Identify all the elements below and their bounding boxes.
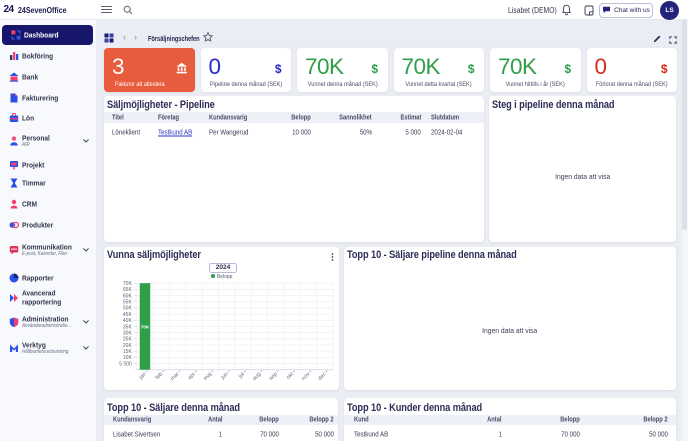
svg-text:feb: feb xyxy=(155,371,165,381)
svg-text:jul: jul xyxy=(237,371,246,380)
svg-text:35K: 35K xyxy=(123,324,133,330)
svg-text:jun: jun xyxy=(219,371,229,381)
svg-text:aug: aug xyxy=(252,371,263,382)
svg-text:sep: sep xyxy=(268,371,279,382)
svg-text:50K: 50K xyxy=(123,306,133,312)
svg-text:70K: 70K xyxy=(141,324,150,330)
svg-text:5 000: 5 000 xyxy=(119,361,132,367)
svg-text:20K: 20K xyxy=(123,343,133,349)
svg-text:mar: mar xyxy=(170,371,181,382)
svg-text:maj: maj xyxy=(203,371,214,382)
svg-text:nov: nov xyxy=(301,371,312,382)
svg-text:70K: 70K xyxy=(123,281,133,287)
svg-text:25K: 25K xyxy=(123,336,133,342)
svg-text:10K: 10K xyxy=(123,355,133,361)
svg-text:okt: okt xyxy=(286,371,296,381)
svg-text:60K: 60K xyxy=(123,293,133,299)
svg-text:15K: 15K xyxy=(123,349,133,355)
svg-text:jan: jan xyxy=(138,371,148,381)
svg-text:65K: 65K xyxy=(123,287,133,293)
svg-text:dec: dec xyxy=(317,371,328,382)
svg-text:55K: 55K xyxy=(123,299,133,305)
svg-text:apr: apr xyxy=(187,371,197,381)
svg-text:40K: 40K xyxy=(123,318,133,324)
svg-text:45K: 45K xyxy=(123,312,133,318)
svg-text:30K: 30K xyxy=(123,330,133,336)
